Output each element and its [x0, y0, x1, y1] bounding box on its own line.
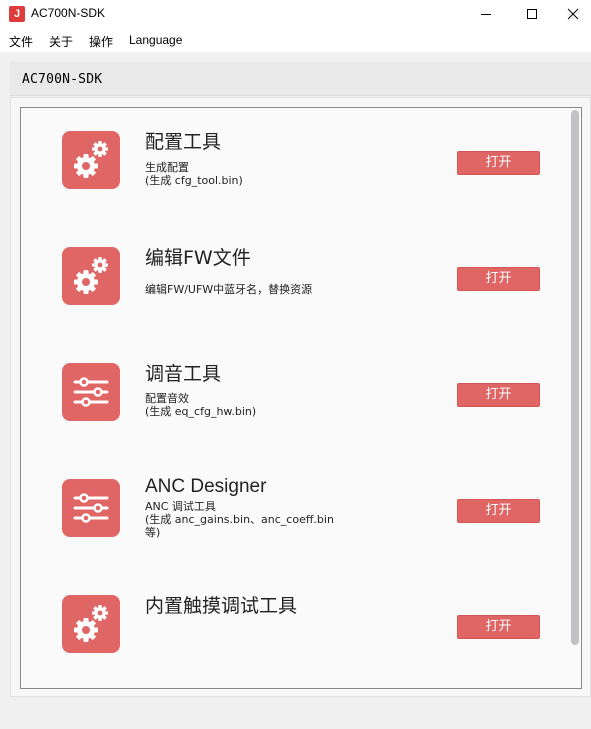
tool-description: 配置音效 (生成 eq_cfg_hw.bin)	[145, 392, 257, 418]
app-logo-icon: J	[9, 6, 25, 22]
menu-language[interactable]: Language	[129, 33, 182, 47]
open-button[interactable]: 打开	[457, 615, 540, 639]
window-title: AC700N-SDK	[31, 6, 106, 20]
breadcrumb: AC700N-SDK	[10, 62, 591, 96]
maximize-button[interactable]	[509, 0, 555, 28]
tool-title: 内置触摸调试工具	[145, 595, 298, 617]
sliders-icon	[62, 363, 120, 421]
breadcrumb-label: AC700N-SDK	[22, 72, 103, 87]
open-button[interactable]: 打开	[457, 151, 540, 175]
open-button[interactable]: 打开	[457, 383, 540, 407]
gears-icon	[62, 247, 120, 305]
tool-title: 配置工具	[145, 131, 222, 153]
minimize-button[interactable]	[463, 0, 509, 28]
title-bar: J AC700N-SDK	[0, 0, 591, 28]
menu-bar: 文件 关于 操作 Language	[0, 28, 591, 52]
menu-about[interactable]: 关于	[49, 33, 73, 50]
tool-title: ANC Designer	[145, 476, 267, 497]
scrollbar[interactable]	[571, 110, 579, 645]
close-button[interactable]	[555, 0, 591, 28]
gears-icon	[62, 595, 120, 653]
menu-file[interactable]: 文件	[9, 33, 33, 50]
tool-description: 编辑FW/UFW中蓝牙名，替换资源	[145, 283, 313, 296]
tool-title: 编辑FW文件	[145, 247, 251, 269]
tool-title: 调音工具	[145, 363, 222, 385]
tool-description: ANC 调试工具 (生成 anc_gains.bin、anc_coeff.bin…	[145, 500, 334, 539]
open-button[interactable]: 打开	[457, 499, 540, 523]
tool-description: 生成配置 (生成 cfg_tool.bin)	[145, 161, 243, 187]
open-button[interactable]: 打开	[457, 267, 540, 291]
menu-operations[interactable]: 操作	[89, 33, 113, 50]
gears-icon	[62, 131, 120, 189]
sliders-icon	[62, 479, 120, 537]
